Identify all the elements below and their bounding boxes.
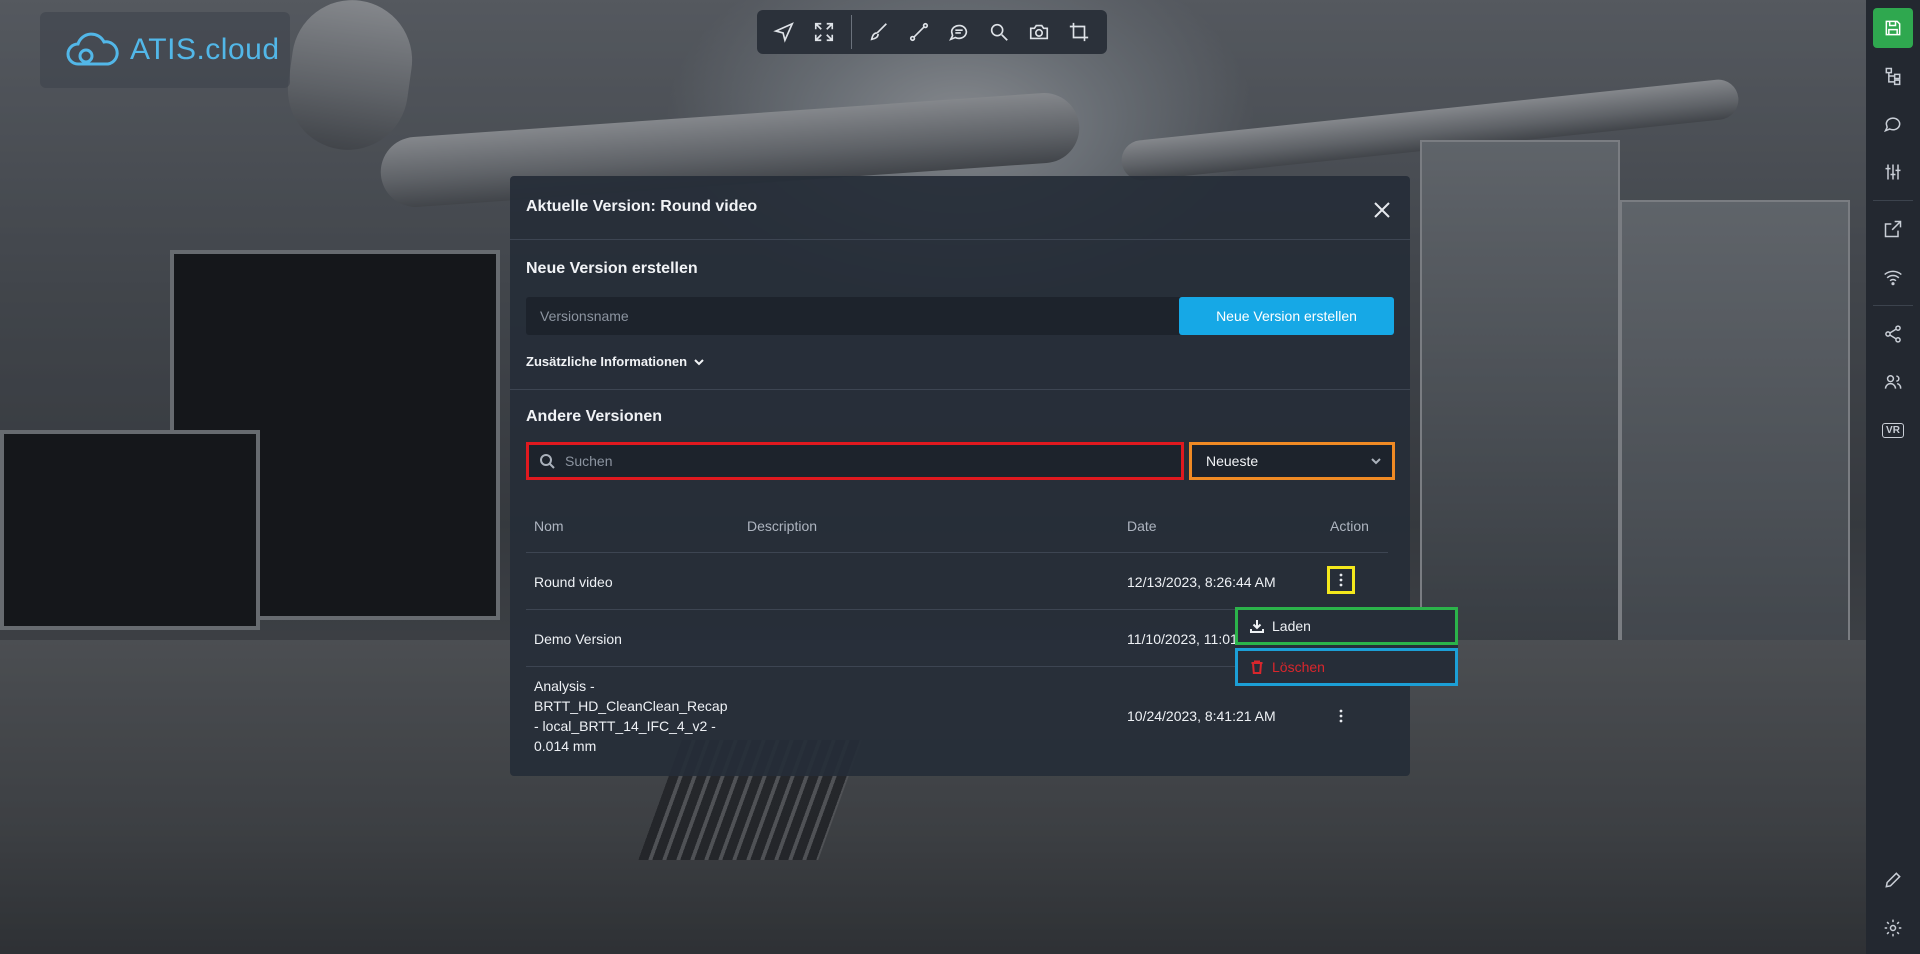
crop-icon[interactable] (1062, 15, 1096, 49)
search-input[interactable] (563, 452, 1167, 470)
table-divider (526, 552, 1388, 553)
new-version-heading: Neue Version erstellen (526, 260, 698, 277)
row-action-button[interactable] (1327, 702, 1355, 730)
row-action-button[interactable] (1327, 566, 1355, 594)
camera-icon[interactable] (1022, 15, 1056, 49)
sidebar-divider (1873, 200, 1913, 201)
fullscreen-icon[interactable] (807, 15, 841, 49)
row-name: Analysis - BRTT_HD_CleanClean_Recap - lo… (534, 676, 734, 756)
sort-select[interactable]: Neueste (1189, 442, 1395, 480)
modal-divider (510, 239, 1410, 240)
row-name-line: BRTT_HD_CleanClean_Recap (534, 698, 728, 714)
comment-icon[interactable] (942, 15, 976, 49)
additional-info-toggle[interactable]: Zusätzliche Informationen (526, 354, 705, 369)
app-logo[interactable]: ATIS.cloud (40, 12, 290, 88)
delete-label: Löschen (1272, 659, 1325, 675)
logo-text: ATIS.cloud (130, 33, 280, 66)
wifi-icon[interactable] (1873, 257, 1913, 297)
export-icon[interactable] (1873, 209, 1913, 249)
load-label: Laden (1272, 618, 1311, 634)
vr-icon[interactable]: VR (1873, 410, 1913, 450)
column-header-description[interactable]: Description (747, 518, 817, 534)
version-name-input[interactable] (526, 297, 1182, 335)
brush-icon[interactable] (862, 15, 896, 49)
row-action-menu: Laden Löschen (1235, 607, 1458, 686)
comment-icon[interactable] (1873, 104, 1913, 144)
row-name: Round video (534, 574, 613, 590)
row-date: 10/24/2023, 8:41:21 AM (1127, 708, 1276, 724)
row-name-line: 0.014 mm (534, 738, 597, 754)
search-icon (540, 454, 555, 469)
row-date: 12/13/2023, 8:26:44 AM (1127, 574, 1276, 590)
version-modal: Aktuelle Version: Round video Neue Versi… (510, 176, 1410, 776)
users-icon[interactable] (1873, 362, 1913, 402)
vr-label: VR (1882, 422, 1904, 438)
sort-selected-value: Neueste (1206, 453, 1259, 469)
navigate-icon[interactable] (767, 15, 801, 49)
more-vertical-icon (1339, 573, 1343, 587)
right-sidebar: VR (1866, 0, 1920, 954)
create-version-button[interactable]: Neue Version erstellen (1179, 297, 1394, 335)
column-header-date[interactable]: Date (1127, 518, 1157, 534)
close-icon (1374, 202, 1390, 218)
trash-icon (1251, 660, 1263, 674)
sidebar-bottom (1866, 852, 1920, 954)
save-icon[interactable] (1873, 8, 1913, 48)
gear-icon[interactable] (1873, 908, 1913, 948)
other-versions-heading: Andere Versionen (526, 408, 663, 425)
measure-icon[interactable] (902, 15, 936, 49)
search-field[interactable] (526, 442, 1184, 480)
download-icon (1250, 620, 1264, 633)
delete-menu-item[interactable]: Löschen (1235, 648, 1458, 686)
top-toolbar (757, 10, 1107, 54)
toolbar-divider (851, 15, 852, 49)
close-button[interactable] (1370, 198, 1394, 222)
row-name-line: Analysis - (534, 678, 595, 694)
sliders-icon[interactable] (1873, 152, 1913, 192)
modal-divider (510, 389, 1410, 390)
column-header-name[interactable]: Nom (534, 518, 564, 534)
additional-info-label: Zusätzliche Informationen (526, 354, 688, 369)
row-name-line: - local_BRTT_14_IFC_4_v2 - (534, 718, 716, 734)
chevron-down-icon (694, 358, 704, 365)
modal-title: Aktuelle Version: Round video (526, 198, 758, 215)
pencil-icon[interactable] (1873, 860, 1913, 900)
row-date: 11/10/2023, 11:01 (1127, 631, 1238, 647)
load-menu-item[interactable]: Laden (1235, 607, 1458, 645)
more-vertical-icon (1339, 709, 1343, 723)
search-icon[interactable] (982, 15, 1016, 49)
cloud-logo-icon (66, 32, 119, 66)
row-name: Demo Version (534, 631, 622, 647)
column-header-action: Action (1330, 518, 1369, 534)
chevron-down-icon (1371, 458, 1381, 465)
share-icon[interactable] (1873, 314, 1913, 354)
sidebar-divider (1873, 305, 1913, 306)
tree-icon[interactable] (1873, 56, 1913, 96)
